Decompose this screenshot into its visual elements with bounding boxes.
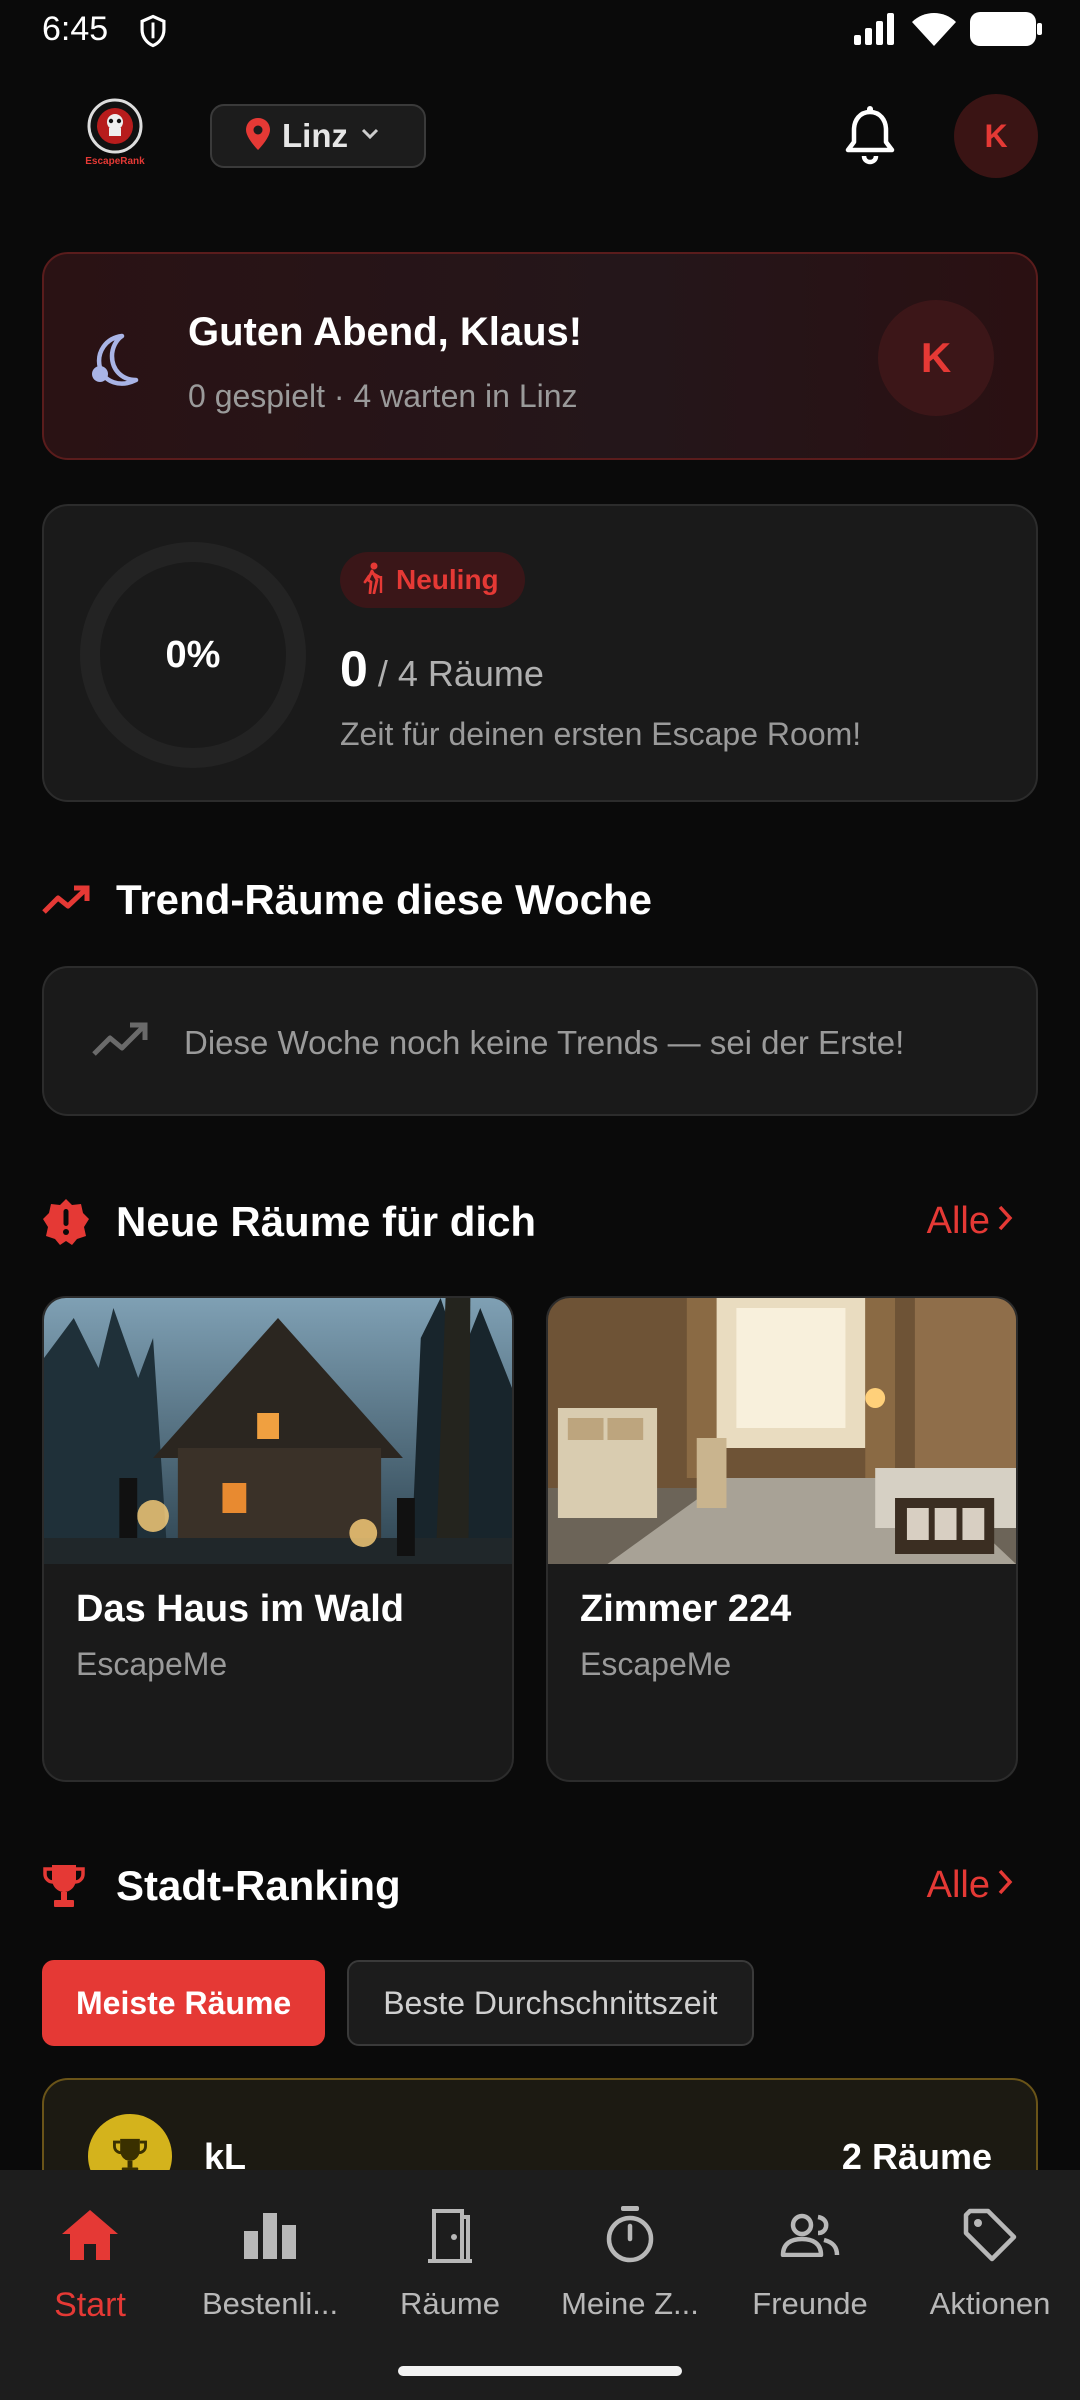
- city-selector[interactable]: Linz: [210, 104, 426, 168]
- status-bar: 6:45: [0, 0, 1080, 64]
- new-rooms-header: Neue Räume für dich Alle: [42, 1192, 1038, 1252]
- wifi-icon: [912, 12, 956, 51]
- trends-empty-card: Diese Woche noch keine Trends — sei der …: [42, 966, 1038, 1116]
- nav-item-aktionen[interactable]: Aktionen: [900, 2202, 1080, 2322]
- nav-item-start[interactable]: Start: [0, 2202, 180, 2325]
- trophy-icon: [42, 1863, 94, 1909]
- notifications-button[interactable]: [842, 106, 898, 171]
- profile-avatar[interactable]: K: [954, 94, 1038, 178]
- progress-percent: 0%: [165, 633, 221, 676]
- filter-chip-most-rooms[interactable]: Meiste Räume: [42, 1960, 326, 2046]
- city-label: Linz: [282, 117, 348, 154]
- chevron-down-icon: [360, 127, 380, 146]
- greeting-avatar[interactable]: K: [878, 300, 994, 416]
- room-name: Zimmer 224: [580, 1588, 792, 1630]
- nav-item-bestenliste[interactable]: Bestenli...: [180, 2202, 360, 2322]
- hiker-icon: [360, 562, 386, 599]
- room-company: EscapeMe: [580, 1646, 732, 1682]
- nav-item-meine-zeiten[interactable]: Meine Z...: [540, 2202, 720, 2322]
- ranking-title: Stadt-Ranking: [116, 1862, 401, 1909]
- rooms-count: 0 / 4 Räume: [340, 640, 544, 698]
- room-card[interactable]: Das Haus im Wald EscapeMe: [42, 1296, 514, 1782]
- room-image: [44, 1298, 512, 1564]
- timer-icon: [604, 2202, 656, 2268]
- battery-icon: [970, 12, 1042, 51]
- ranking-all-label: Alle: [926, 1864, 990, 1906]
- chevron-right-icon: [996, 1200, 1014, 1243]
- ranking-all-link[interactable]: Alle: [927, 1864, 1014, 1907]
- rooms-total: / 4 Räume: [377, 653, 544, 694]
- progress-card: 0% Neuling 0 / 4 Räume Zeit für deinen e…: [42, 504, 1038, 802]
- door-icon: [426, 2202, 474, 2268]
- moon-icon: [86, 330, 146, 395]
- trends-header: Trend-Räume diese Woche: [42, 870, 1038, 930]
- greeting-subtitle: 0 gespielt · 4 warten in Linz: [188, 378, 578, 414]
- nav-label: Freunde: [752, 2286, 868, 2321]
- trending-up-icon: [92, 1020, 148, 1065]
- level-badge: Neuling: [340, 552, 525, 608]
- level-badge-label: Neuling: [396, 564, 499, 595]
- bell-icon: [842, 106, 898, 170]
- nav-label: Start: [54, 2286, 126, 2324]
- ranking-filter-chips: Meiste Räume Beste Durchschnittszeit: [42, 1960, 754, 2046]
- greeting-title: Guten Abend, Klaus!: [188, 310, 583, 354]
- nav-label: Meine Z...: [561, 2286, 699, 2321]
- status-time: 6:45: [42, 10, 109, 48]
- filter-chip-best-average-time[interactable]: Beste Durchschnittszeit: [347, 1960, 754, 2046]
- home-indicator[interactable]: [398, 2366, 682, 2376]
- new-rooms-all-link[interactable]: Alle: [927, 1200, 1014, 1243]
- nav-label: Räume: [400, 2286, 500, 2321]
- new-rooms-title: Neue Räume für dich: [116, 1198, 537, 1245]
- greeting-card: Guten Abend, Klaus! 0 gespielt · 4 warte…: [42, 252, 1038, 460]
- nav-label: Aktionen: [929, 2286, 1051, 2321]
- location-pin-icon: [246, 117, 270, 155]
- new-rooms-all-label: Alle: [926, 1200, 990, 1242]
- trends-title: Trend-Räume diese Woche: [116, 876, 653, 923]
- rooms-played: 0: [340, 641, 368, 697]
- ranking-header: Stadt-Ranking Alle: [42, 1856, 1038, 1916]
- tag-icon: [962, 2202, 1018, 2268]
- progress-message: Zeit für deinen ersten Escape Room!: [340, 716, 862, 752]
- app-bar: EscapeRank Linz K: [0, 90, 1080, 182]
- svg-text:EscapeRank: EscapeRank: [85, 156, 145, 167]
- room-name: Das Haus im Wald: [76, 1588, 405, 1630]
- chevron-right-icon: [996, 1864, 1014, 1907]
- home-icon: [60, 2202, 120, 2268]
- room-card[interactable]: Zimmer 224 EscapeMe: [546, 1296, 1018, 1782]
- nav-item-freunde[interactable]: Freunde: [720, 2202, 900, 2322]
- signal-icon: [854, 13, 898, 50]
- shield-icon: [138, 14, 168, 53]
- room-image: [548, 1298, 1016, 1564]
- room-company: EscapeMe: [76, 1646, 228, 1682]
- alert-badge-icon: [42, 1198, 94, 1246]
- app-logo[interactable]: EscapeRank: [84, 96, 146, 168]
- trends-empty-text: Diese Woche noch keine Trends — sei der …: [184, 1024, 905, 1061]
- people-icon: [780, 2202, 840, 2268]
- nav-label: Bestenli...: [201, 2286, 339, 2321]
- trending-up-icon: [42, 884, 94, 916]
- nav-item-raeume[interactable]: Räume: [360, 2202, 540, 2322]
- bar-chart-icon: [242, 2202, 298, 2268]
